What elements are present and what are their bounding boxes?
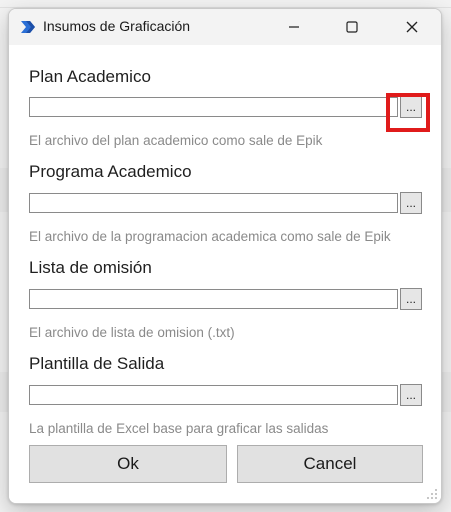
close-icon [406, 21, 418, 33]
plan-academico-input[interactable] [29, 97, 398, 117]
dialog-window: Insumos de Graficación Plan Academico ..… [8, 8, 442, 504]
lista-omision-hint: El archivo de lista de omision (.txt) [29, 325, 235, 340]
cancel-button[interactable]: Cancel [237, 445, 423, 483]
plan-academico-label: Plan Academico [29, 67, 151, 86]
maximize-button[interactable] [323, 9, 381, 45]
plantilla-salida-label: Plantilla de Salida [29, 354, 165, 373]
lista-omision-input[interactable] [29, 289, 398, 309]
minimize-icon [289, 26, 299, 28]
plantilla-salida-hint: La plantilla de Excel base para graficar… [29, 421, 329, 436]
plan-academico-browse-button[interactable]: ... [400, 96, 422, 118]
lista-omision-browse-button[interactable]: ... [400, 288, 422, 310]
close-button[interactable] [383, 9, 441, 45]
lista-omision-label: Lista de omisión [29, 258, 152, 277]
dialog-content: Plan Academico ... El archivo del plan a… [9, 45, 441, 503]
maximize-icon [346, 21, 358, 33]
plantilla-salida-browse-button[interactable]: ... [400, 384, 422, 406]
window-title: Insumos de Graficación [43, 18, 191, 34]
app-icon [21, 21, 35, 33]
programa-academico-input[interactable] [29, 193, 398, 213]
plantilla-salida-input[interactable] [29, 385, 398, 405]
resize-grip-icon[interactable] [426, 488, 438, 500]
programa-academico-hint: El archivo de la programacion academica … [29, 229, 391, 244]
ok-button[interactable]: Ok [29, 445, 227, 483]
programa-academico-browse-button[interactable]: ... [400, 192, 422, 214]
minimize-button[interactable] [265, 9, 323, 45]
title-bar[interactable]: Insumos de Graficación [9, 9, 441, 45]
programa-academico-label: Programa Academico [29, 162, 192, 181]
plan-academico-hint: El archivo del plan academico como sale … [29, 133, 323, 148]
